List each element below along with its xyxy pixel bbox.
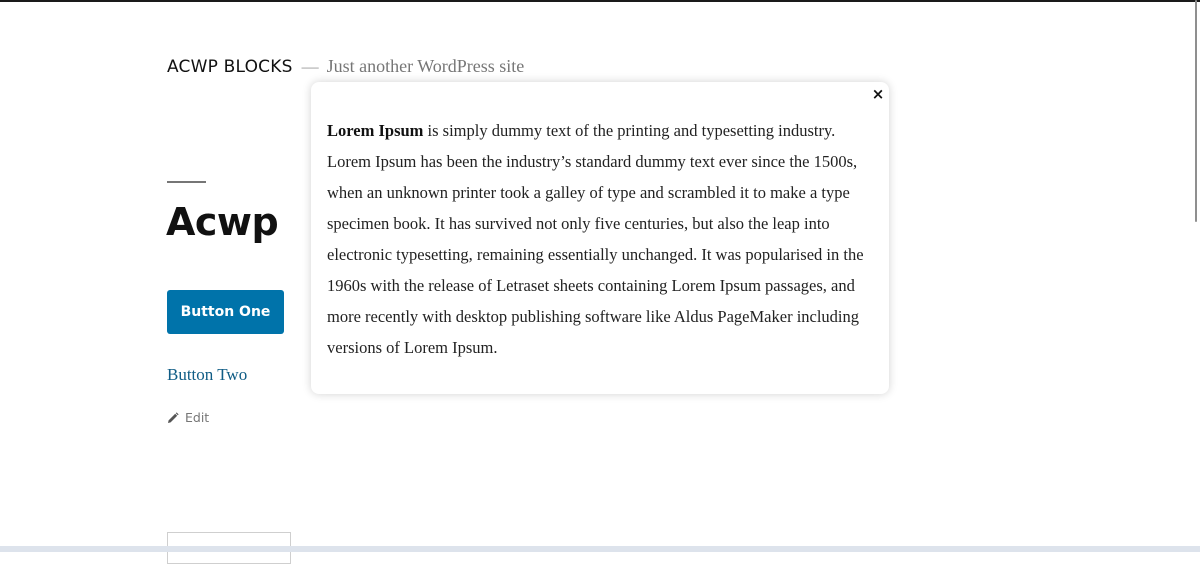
popup-body-text: is simply dummy text of the printing and… (327, 121, 864, 357)
button-two-link[interactable]: Button Two (167, 365, 247, 385)
scrollbar[interactable] (1195, 0, 1197, 222)
page-title: Acwp (166, 200, 279, 244)
popup-body: Lorem Ipsum is simply dummy text of the … (327, 115, 879, 363)
edit-link[interactable]: Edit (167, 410, 209, 425)
pencil-icon (167, 411, 179, 424)
site-title[interactable]: ACWP BLOCKS (167, 57, 293, 77)
title-divider (167, 181, 206, 183)
popup-dialog: × Lorem Ipsum is simply dummy text of th… (311, 82, 889, 394)
popup-body-bold: Lorem Ipsum (327, 121, 424, 140)
bottom-bar (0, 546, 1200, 552)
site-tagline: Just another WordPress site (326, 56, 525, 76)
close-icon[interactable]: × (869, 85, 887, 103)
site-header: ACWP BLOCKS — Just another WordPress sit… (167, 56, 524, 77)
button-one[interactable]: Button One (167, 290, 284, 334)
top-border (0, 0, 1200, 2)
header-separator: — (301, 57, 319, 76)
edit-label: Edit (185, 410, 210, 425)
